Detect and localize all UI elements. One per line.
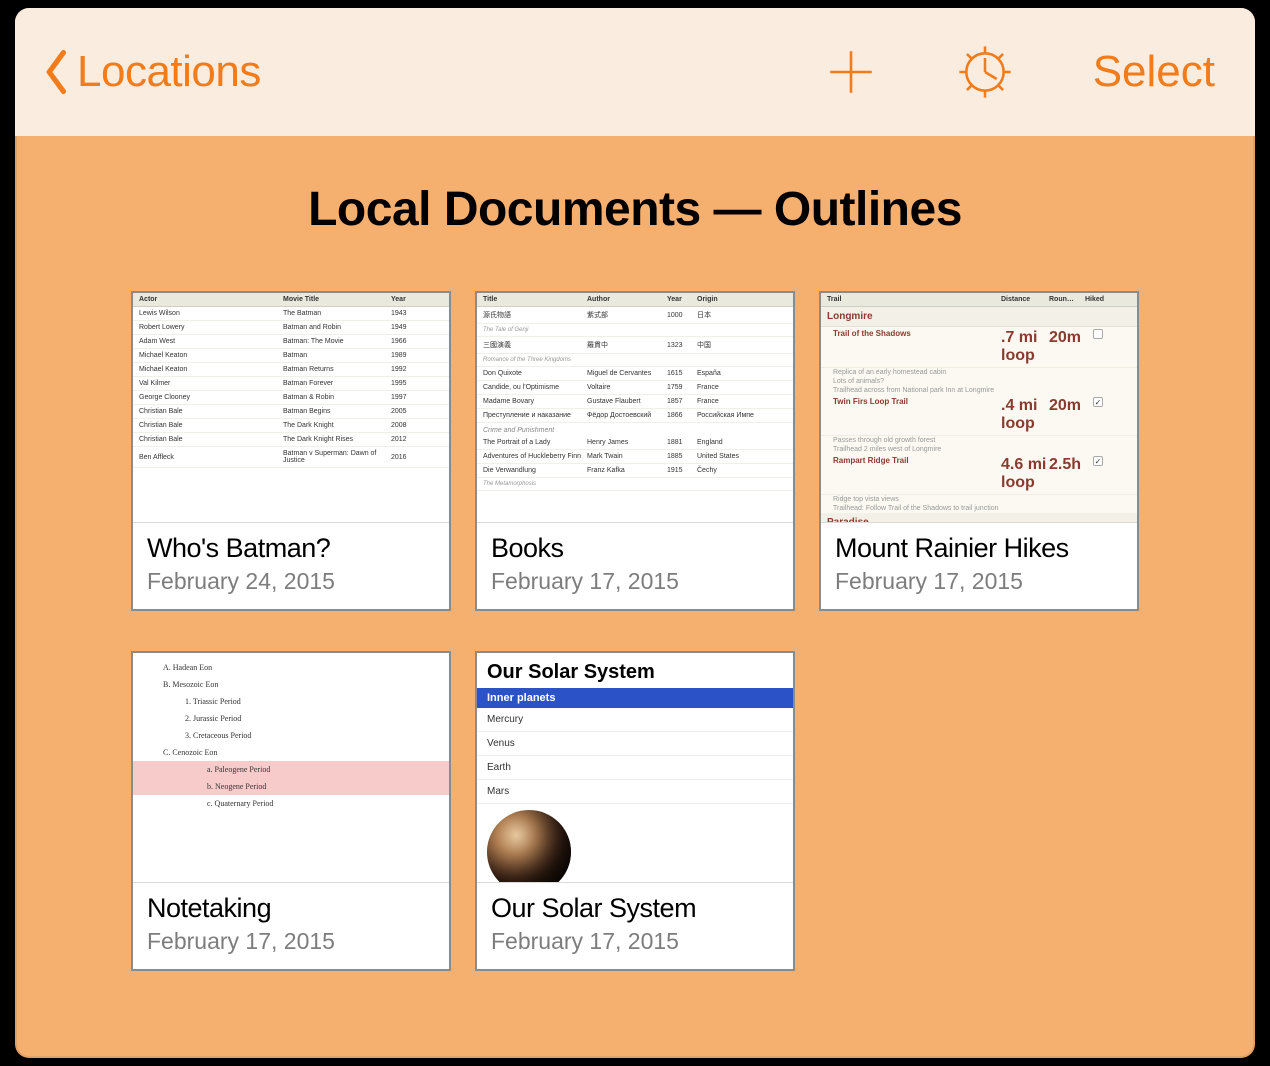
table-row: Adam WestBatman: The Movie1966 <box>133 335 449 349</box>
outline-item: b. Neogene Period <box>133 778 449 795</box>
document-notetaking[interactable]: A. Hadean EonB. Mesozoic Eon1. Triassic … <box>131 651 451 971</box>
document-books[interactable]: Title Author Year Origin 源氏物語紫式部1000日本Th… <box>475 291 795 611</box>
outline-item: C. Cenozoic Eon <box>133 744 449 761</box>
list-item: Mercury <box>477 708 793 732</box>
list-item: Earth <box>477 756 793 780</box>
table-row: Michael KeatonBatman1989 <box>133 349 449 363</box>
toolbar: Locations <box>15 8 1255 136</box>
select-button[interactable]: Select <box>1093 47 1215 97</box>
document-title: Notetaking <box>147 893 435 924</box>
table-row: Die VerwandlungFranz Kafka1915Čechy <box>477 464 793 478</box>
back-button[interactable]: Locations <box>43 47 261 97</box>
document-title: Who's Batman? <box>147 533 435 564</box>
table-row: Преступление и наказаниеФёдор Достоевски… <box>477 409 793 423</box>
outline-item: A. Hadean Eon <box>133 659 449 676</box>
document-title: Our Solar System <box>491 893 779 924</box>
table-row: Romance of the Three Kingdoms <box>477 354 793 367</box>
outline-item: 1. Triassic Period <box>133 693 449 710</box>
table-row: Adventures of Huckleberry FinnMark Twain… <box>477 450 793 464</box>
document-date: February 17, 2015 <box>491 568 779 595</box>
page-title: Local Documents — Outlines <box>93 182 1177 237</box>
document-preview: Our Solar System Inner planets MercuryVe… <box>477 653 793 883</box>
document-title: Books <box>491 533 779 564</box>
back-label: Locations <box>77 47 261 97</box>
table-row: Lewis WilsonThe Batman1943 <box>133 307 449 321</box>
outline-item: a. Paleogene Period <box>133 761 449 778</box>
document-preview: Actor Movie Title Year Lewis WilsonThe B… <box>133 293 449 523</box>
table-row: Madame BovaryGustave Flaubert1857France <box>477 395 793 409</box>
outline-item: 2. Jurassic Period <box>133 710 449 727</box>
planet-image-icon <box>487 810 571 883</box>
document-title: Mount Rainier Hikes <box>835 533 1123 564</box>
section-header: Paradise <box>821 513 1137 523</box>
document-date: February 17, 2015 <box>491 928 779 955</box>
table-row: Michael KeatonBatman Returns1992 <box>133 363 449 377</box>
table-row: Candide, ou l'OptimismeVoltaire1759Franc… <box>477 381 793 395</box>
table-row: Christian BaleBatman Begins2005 <box>133 405 449 419</box>
document-date: February 17, 2015 <box>147 928 435 955</box>
table-row: The Tale of Genji <box>477 324 793 337</box>
list-item: Mars <box>477 780 793 804</box>
outline-item: B. Mesozoic Eon <box>133 676 449 693</box>
table-row: Robert LoweryBatman and Robin1949 <box>133 321 449 335</box>
add-button[interactable] <box>825 46 877 98</box>
table-row: Rampart Ridge Trail4.6 mi loop2.5h✓ <box>821 454 1137 495</box>
table-row: Don QuixoteMiguel de Cervantes1615España <box>477 367 793 381</box>
table-row: 三國演義羅貫中1323中国 <box>477 337 793 354</box>
table-row: Ben AffleckBatman v Superman: Dawn of Ju… <box>133 447 449 468</box>
document-preview: Title Author Year Origin 源氏物語紫式部1000日本Th… <box>477 293 793 523</box>
outline-item: 3. Cretaceous Period <box>133 727 449 744</box>
table-row: 源氏物語紫式部1000日本 <box>477 307 793 324</box>
outline-item: c. Quaternary Period <box>133 795 449 812</box>
table-row: Christian BaleThe Dark Knight Rises2012 <box>133 433 449 447</box>
app-frame: Locations <box>15 8 1255 1058</box>
table-row: Christian BaleThe Dark Knight2008 <box>133 419 449 433</box>
document-date: February 17, 2015 <box>835 568 1123 595</box>
document-preview: Trail Distance Roun… Hiked LongmireTrail… <box>821 293 1137 523</box>
section-header: Longmire <box>821 307 1137 327</box>
table-row: Twin Firs Loop Trail.4 mi loop20m✓ <box>821 395 1137 436</box>
settings-button[interactable] <box>957 44 1013 100</box>
chevron-left-icon <box>43 50 71 94</box>
table-row: George ClooneyBatman & Robin1997 <box>133 391 449 405</box>
content-area: Local Documents — Outlines Actor Movie T… <box>15 136 1255 1011</box>
table-row: The Metamorphosis <box>477 478 793 491</box>
document-mount-rainier-hikes[interactable]: Trail Distance Roun… Hiked LongmireTrail… <box>819 291 1139 611</box>
table-row: Val KilmerBatman Forever1995 <box>133 377 449 391</box>
table-row: Trail of the Shadows.7 mi loop20m <box>821 327 1137 368</box>
list-item: Venus <box>477 732 793 756</box>
document-preview: A. Hadean EonB. Mesozoic Eon1. Triassic … <box>133 653 449 883</box>
document-date: February 24, 2015 <box>147 568 435 595</box>
documents-grid: Actor Movie Title Year Lewis WilsonThe B… <box>93 291 1177 971</box>
document-whos-batman[interactable]: Actor Movie Title Year Lewis WilsonThe B… <box>131 291 451 611</box>
table-row: The Portrait of a LadyHenry James1881Eng… <box>477 436 793 450</box>
document-our-solar-system[interactable]: Our Solar System Inner planets MercuryVe… <box>475 651 795 971</box>
